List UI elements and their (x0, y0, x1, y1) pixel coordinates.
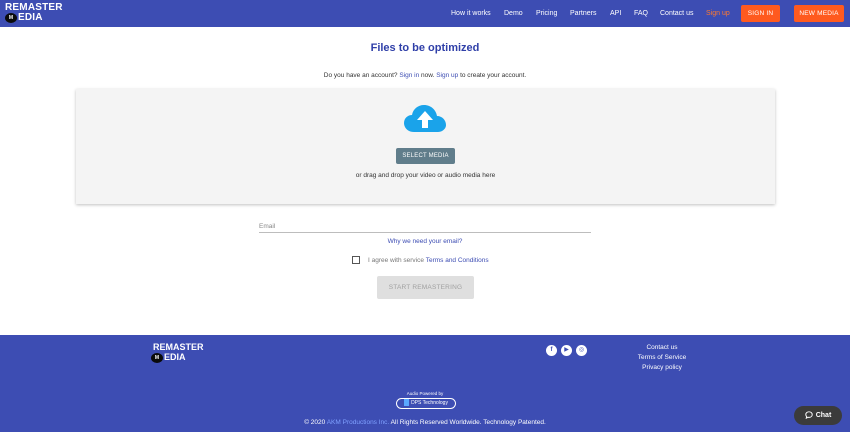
chat-bubble-icon (805, 411, 813, 420)
footer-logo-line1: REMASTER (153, 342, 204, 352)
footer-logo-badge-icon: M (151, 353, 163, 363)
account-prefix: Do you have an account? (323, 72, 398, 79)
dps-logo-icon (404, 399, 410, 407)
agree-text: I agree with service (368, 257, 424, 264)
logo[interactable]: REMASTER M EDIA (5, 2, 67, 24)
copyright-prefix: © 2020 (304, 419, 326, 426)
sign-in-button[interactable]: SIGN IN (741, 5, 780, 22)
nav-sign-up[interactable]: Sign up (706, 0, 730, 27)
footer-logo-line2: EDIA (164, 352, 186, 362)
page-title: Files to be optimized (370, 42, 480, 54)
sign-up-link[interactable]: Sign up (436, 72, 458, 79)
dps-label: DPS Technology (411, 400, 448, 406)
account-prompt: Do you have an account? Sign in now. Sig… (0, 72, 850, 79)
facebook-icon[interactable]: f (546, 345, 557, 356)
account-middle: now. (421, 72, 435, 79)
footer-terms-link[interactable]: Terms of Service (620, 354, 704, 361)
footer-logo[interactable]: REMASTER M EDIA (151, 343, 211, 365)
sign-in-link[interactable]: Sign in (399, 72, 419, 79)
top-navbar: REMASTER M EDIA How it works Demo Pricin… (0, 0, 850, 27)
nav-contact-us[interactable]: Contact us (660, 0, 693, 27)
email-input[interactable] (259, 218, 591, 235)
powered-by-label: Audio Powered by (406, 391, 444, 396)
cloud-upload-icon[interactable] (404, 105, 446, 133)
nav-demo[interactable]: Demo (504, 0, 523, 27)
copyright-suffix: All Rights Reserved Worldwide. Technolog… (390, 419, 546, 426)
nav-partners[interactable]: Partners (570, 0, 596, 27)
chat-label: Chat (815, 412, 832, 419)
chat-button[interactable]: Chat (794, 406, 842, 425)
logo-badge-icon: M (5, 13, 17, 23)
terms-link[interactable]: Terms and Conditions (426, 257, 489, 264)
nav-how-it-works[interactable]: How it works (451, 0, 491, 27)
copyright: © 2020 AKM Productions Inc. All Rights R… (0, 419, 850, 426)
nav-faq[interactable]: FAQ (634, 0, 648, 27)
terms-checkbox[interactable] (352, 256, 360, 264)
instagram-icon[interactable]: ◎ (576, 345, 587, 356)
nav-api[interactable]: API (610, 0, 621, 27)
media-dropzone[interactable]: SELECT MEDIA or drag and drop your video… (76, 89, 775, 204)
email-field-wrapper (259, 215, 591, 235)
account-suffix: to create your account. (460, 72, 527, 79)
footer: REMASTER M EDIA f ▶ ◎ Contact us Terms o… (0, 335, 850, 432)
dps-technology-badge[interactable]: DPS Technology (396, 398, 456, 409)
terms-label: I agree with service Terms and Condition… (368, 257, 489, 264)
drag-drop-hint: or drag and drop your video or audio med… (355, 172, 496, 179)
start-remastering-button[interactable]: START REMASTERING (377, 276, 474, 299)
new-media-button[interactable]: NEW MEDIA (794, 5, 844, 22)
logo-line2: EDIA (18, 12, 43, 23)
why-email-link[interactable]: Why we need your email? (0, 238, 850, 245)
nav-pricing[interactable]: Pricing (536, 0, 557, 27)
youtube-icon[interactable]: ▶ (561, 345, 572, 356)
footer-contact-link[interactable]: Contact us (620, 344, 704, 351)
footer-privacy-link[interactable]: Privacy policy (620, 364, 704, 371)
select-media-button[interactable]: SELECT MEDIA (396, 148, 455, 164)
company-link[interactable]: AKM Productions Inc. (327, 419, 390, 426)
